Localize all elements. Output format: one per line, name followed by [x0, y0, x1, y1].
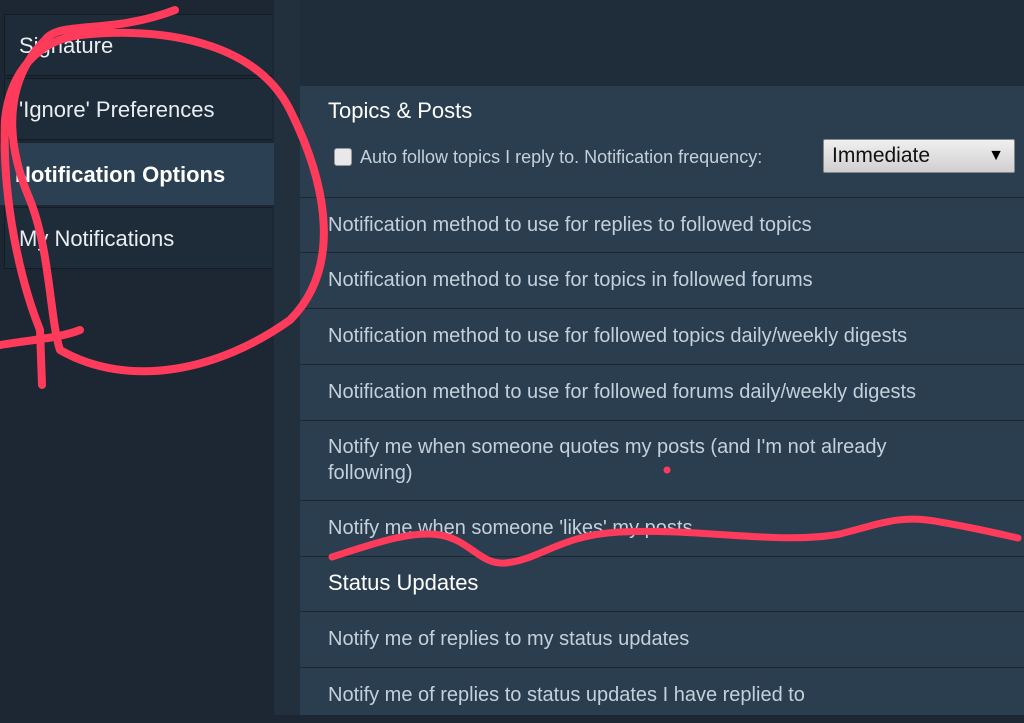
frequency-value: Immediate	[832, 144, 931, 167]
setting-label: Notification method to use for replies t…	[328, 214, 812, 236]
panel-header	[300, 0, 1024, 86]
auto-follow-label: Auto follow topics I reply to. Notificat…	[360, 146, 763, 167]
section-title-label: Status Updates	[328, 570, 479, 595]
sidebar-item-notification-options[interactable]: Notification Options	[0, 143, 274, 205]
sidebar-item-label: Signature	[19, 33, 114, 58]
setting-label: Notify me of replies to my status update…	[328, 628, 690, 650]
sidebar-item-my-notifications[interactable]: My Notifications	[4, 207, 272, 269]
auto-follow-checkbox[interactable]	[334, 148, 352, 166]
section-title-topics-posts: Topics & Posts	[328, 98, 473, 123]
sidebar-item-label: Notification Options	[15, 162, 226, 187]
sidebar-item-label: My Notifications	[19, 226, 175, 251]
setting-row-likes[interactable]: Notify me when someone 'likes' my posts	[300, 500, 1024, 555]
section-title-status-updates: Status Updates	[300, 556, 1024, 611]
auto-follow-row: Auto follow topics I reply to. Notificat…	[334, 140, 762, 174]
setting-row-replies-followed-topics[interactable]: Notification method to use for replies t…	[300, 197, 1024, 252]
setting-label: Notify me when someone quotes my posts (…	[328, 436, 887, 484]
notification-frequency-select[interactable]: Immediate ▼	[823, 139, 1015, 173]
sidebar-gutter	[274, 0, 300, 715]
setting-label: Notification method to use for followed …	[328, 381, 917, 403]
dropdown-caret-icon: ▼	[988, 147, 1004, 164]
setting-label: Notification method to use for followed …	[328, 325, 908, 347]
sidebar-item-ignore-preferences[interactable]: 'Ignore' Preferences	[4, 78, 272, 140]
setting-label: Notify me when someone 'likes' my posts	[328, 517, 693, 539]
sidebar-item-label: 'Ignore' Preferences	[19, 97, 215, 122]
sidebar-item-signature[interactable]: Signature	[4, 14, 272, 76]
setting-row-forums-digests[interactable]: Notification method to use for followed …	[300, 364, 1024, 419]
setting-row-topics-digests[interactable]: Notification method to use for followed …	[300, 308, 1024, 363]
setting-row-status-replies[interactable]: Notify me of replies to my status update…	[300, 611, 1024, 666]
setting-label: Notification method to use for topics in…	[328, 269, 813, 291]
sidebar: Signature 'Ignore' Preferences Notificat…	[0, 0, 274, 715]
notification-settings-panel: Topics & Posts Auto follow topics I repl…	[300, 0, 1024, 715]
setting-row-quotes[interactable]: Notify me when someone quotes my posts (…	[300, 420, 1024, 500]
setting-row-topics-followed-forums[interactable]: Notification method to use for topics in…	[300, 252, 1024, 307]
setting-row-status-replied-to[interactable]: Notify me of replies to status updates I…	[300, 667, 1024, 722]
